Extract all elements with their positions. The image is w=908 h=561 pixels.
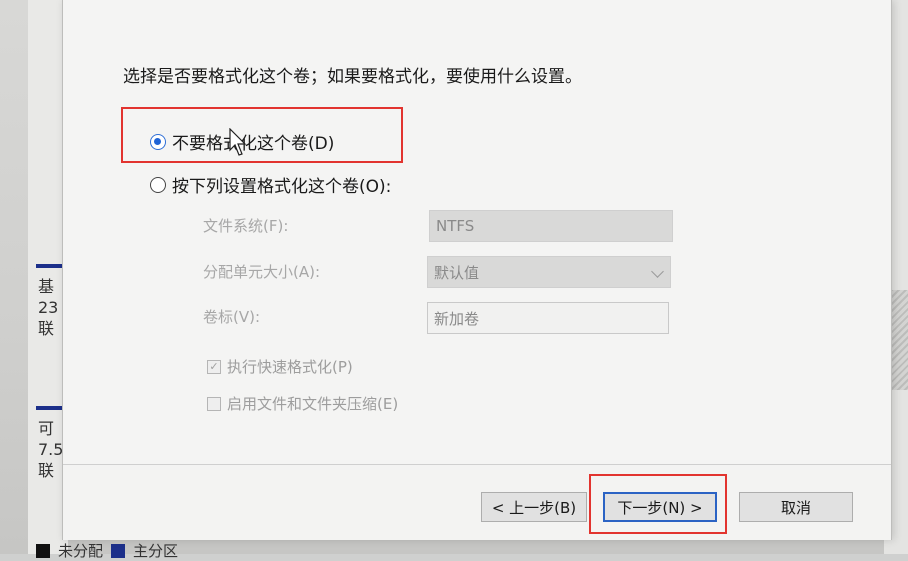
alloc-unit-select: 默认值	[427, 256, 671, 288]
mouse-cursor-icon	[229, 128, 247, 156]
dialog-prompt: 选择是否要格式化这个卷；如果要格式化，要使用什么设置。	[123, 67, 582, 87]
radio-button[interactable]	[150, 176, 166, 193]
volume-label-input: 新加卷	[427, 302, 669, 334]
file-system-value: NTFS	[436, 217, 475, 235]
file-system-label: 文件系统(F):	[203, 217, 289, 235]
legend-primary-swatch	[111, 543, 126, 558]
legend-primary-label: 主分区	[133, 542, 179, 560]
radio-button-selected[interactable]	[150, 133, 166, 150]
quick-format-checkbox-row: ✓ 执行快速格式化(P)	[207, 356, 353, 377]
compression-checkbox-row: 启用文件和文件夹压缩(E)	[207, 393, 398, 414]
radio-format-label[interactable]: 按下列设置格式化这个卷(O):	[172, 172, 391, 197]
disk2-info[interactable]: 可 7.5 联	[38, 418, 63, 481]
disk-bar	[36, 264, 62, 268]
next-button[interactable]: 下一步(N) >	[603, 492, 717, 522]
compression-checkbox	[207, 396, 221, 411]
legend: 未分配 主分区	[36, 540, 178, 561]
volume-label-value: 新加卷	[434, 309, 480, 328]
file-system-select: NTFS	[429, 210, 673, 242]
disk-bar	[36, 406, 62, 410]
format-partition-dialog: 选择是否要格式化这个卷；如果要格式化，要使用什么设置。 不要格式化这个卷(D) …	[62, 0, 892, 540]
quick-format-checkbox: ✓	[207, 359, 221, 374]
radio-no-format-label[interactable]: 不要格式化这个卷(D)	[172, 129, 334, 154]
chevron-down-icon	[651, 265, 664, 278]
alloc-unit-value: 默认值	[434, 263, 480, 282]
compression-label: 启用文件和文件夹压缩(E)	[227, 395, 399, 413]
disk1-info[interactable]: 基 23 联	[38, 276, 58, 339]
back-button[interactable]: < 上一步(B)	[481, 492, 587, 522]
volume-label-label: 卷标(V):	[203, 308, 261, 326]
radio-format[interactable]: 按下列设置格式化这个卷(O):	[150, 172, 391, 197]
alloc-unit-label: 分配单元大小(A):	[203, 263, 321, 281]
cancel-button[interactable]: 取消	[739, 492, 853, 522]
legend-unallocated-swatch	[36, 543, 50, 558]
dialog-content-area: 选择是否要格式化这个卷；如果要格式化，要使用什么设置。 不要格式化这个卷(D) …	[63, 0, 891, 465]
legend-unallocated-label: 未分配	[58, 542, 104, 560]
quick-format-label: 执行快速格式化(P)	[227, 358, 353, 376]
